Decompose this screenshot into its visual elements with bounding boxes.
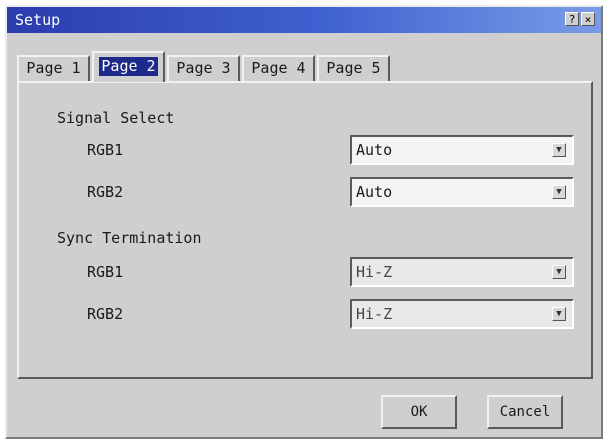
tab-label: Page 4 (251, 59, 306, 77)
tab-page-2[interactable]: Page 2 (92, 51, 165, 82)
signal-rgb2-select[interactable]: Auto ▼ (350, 177, 574, 207)
ok-button[interactable]: OK (381, 395, 457, 429)
signal-rgb2-label: RGB2 (87, 183, 124, 201)
sync-termination-heading: Sync Termination (57, 229, 202, 247)
chevron-down-icon[interactable]: ▼ (552, 185, 566, 199)
chevron-down-icon[interactable]: ▼ (552, 307, 566, 321)
select-value: Auto (356, 183, 393, 201)
sync-rgb1-label: RGB1 (87, 263, 124, 281)
title-bar[interactable]: Setup ? × (7, 7, 601, 33)
tab-label: Page 5 (326, 59, 381, 77)
sync-rgb1-select[interactable]: Hi-Z ▼ (350, 257, 574, 287)
close-button[interactable]: × (581, 12, 595, 26)
select-value: Hi-Z (356, 263, 393, 281)
setup-dialog: Setup ? × Page 1 Page 2 Page 3 Page 4 Pa… (5, 5, 603, 439)
window-title: Setup (15, 11, 61, 29)
tab-page-3[interactable]: Page 3 (167, 55, 240, 82)
tab-page-4[interactable]: Page 4 (242, 55, 315, 82)
tab-label: Page 3 (176, 59, 231, 77)
select-value: Hi-Z (356, 305, 393, 323)
tab-label: Page 1 (26, 59, 81, 77)
tab-label: Page 2 (99, 57, 158, 76)
chevron-down-icon[interactable]: ▼ (552, 143, 566, 157)
signal-rgb1-label: RGB1 (87, 141, 124, 159)
page-2-panel: Signal Select RGB1 Auto ▼ RGB2 Auto ▼ Sy… (17, 81, 593, 379)
sync-rgb2-select[interactable]: Hi-Z ▼ (350, 299, 574, 329)
chevron-down-icon[interactable]: ▼ (552, 265, 566, 279)
tab-page-1[interactable]: Page 1 (17, 55, 90, 82)
cancel-button[interactable]: Cancel (487, 395, 563, 429)
tab-page-5[interactable]: Page 5 (317, 55, 390, 82)
help-button[interactable]: ? (565, 12, 579, 26)
signal-rgb1-select[interactable]: Auto ▼ (350, 135, 574, 165)
signal-select-heading: Signal Select (57, 109, 175, 127)
select-value: Auto (356, 141, 393, 159)
sync-rgb2-label: RGB2 (87, 305, 124, 323)
